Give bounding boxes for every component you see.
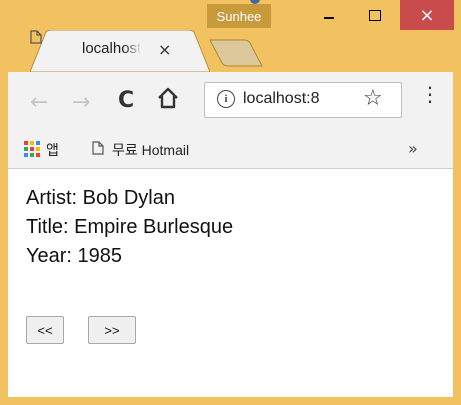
back-arrow-icon[interactable]: ← xyxy=(30,90,48,115)
reload-icon[interactable]: C xyxy=(118,88,134,113)
home-icon[interactable] xyxy=(156,86,180,110)
apps-label[interactable]: 앱 xyxy=(46,140,59,160)
next-button[interactable]: >> xyxy=(88,316,136,344)
bookmarks-overflow-icon[interactable]: » xyxy=(408,139,418,158)
maximize-icon xyxy=(369,9,381,21)
profile-button[interactable]: Sunhee xyxy=(207,4,271,28)
star-icon[interactable]: ☆ xyxy=(363,86,383,111)
previous-button[interactable]: << xyxy=(26,316,64,344)
apps-grid-icon[interactable] xyxy=(24,141,40,157)
minimize-button[interactable] xyxy=(306,0,352,30)
tab-title-fade xyxy=(124,38,142,62)
title-text: Title: Empire Burlesque xyxy=(26,216,234,238)
document-icon xyxy=(30,30,42,44)
tab-close-icon[interactable]: × xyxy=(158,40,171,59)
browser-window: Sunhee × localhost × ← → C i localhost:8 xyxy=(0,0,461,405)
toolbar: ← → C i localhost:8 ☆ ⋮ xyxy=(8,72,453,132)
close-icon: × xyxy=(419,4,435,26)
year-text: Year: 1985 xyxy=(26,245,123,267)
menu-icon[interactable]: ⋮ xyxy=(420,84,440,104)
close-window-button[interactable]: × xyxy=(400,0,454,30)
info-icon[interactable]: i xyxy=(217,90,235,108)
maximize-button[interactable] xyxy=(352,0,398,30)
url-text[interactable]: localhost:8 xyxy=(243,90,351,108)
bookmarks-bar: 앱 무료 Hotmail » xyxy=(8,132,453,169)
forward-arrow-icon[interactable]: → xyxy=(72,90,90,115)
page-content: Artist: Bob Dylan Title: Empire Burlesqu… xyxy=(8,169,453,397)
bookmark-document-icon xyxy=(92,141,104,155)
bookmark-hotmail[interactable]: 무료 Hotmail xyxy=(112,140,189,160)
minimize-icon xyxy=(324,17,334,19)
artist-text: Artist: Bob Dylan xyxy=(26,187,175,209)
tab-localhost[interactable]: localhost × xyxy=(30,30,210,72)
address-bar[interactable]: i localhost:8 ☆ xyxy=(204,82,402,118)
new-tab-button[interactable] xyxy=(208,38,264,68)
